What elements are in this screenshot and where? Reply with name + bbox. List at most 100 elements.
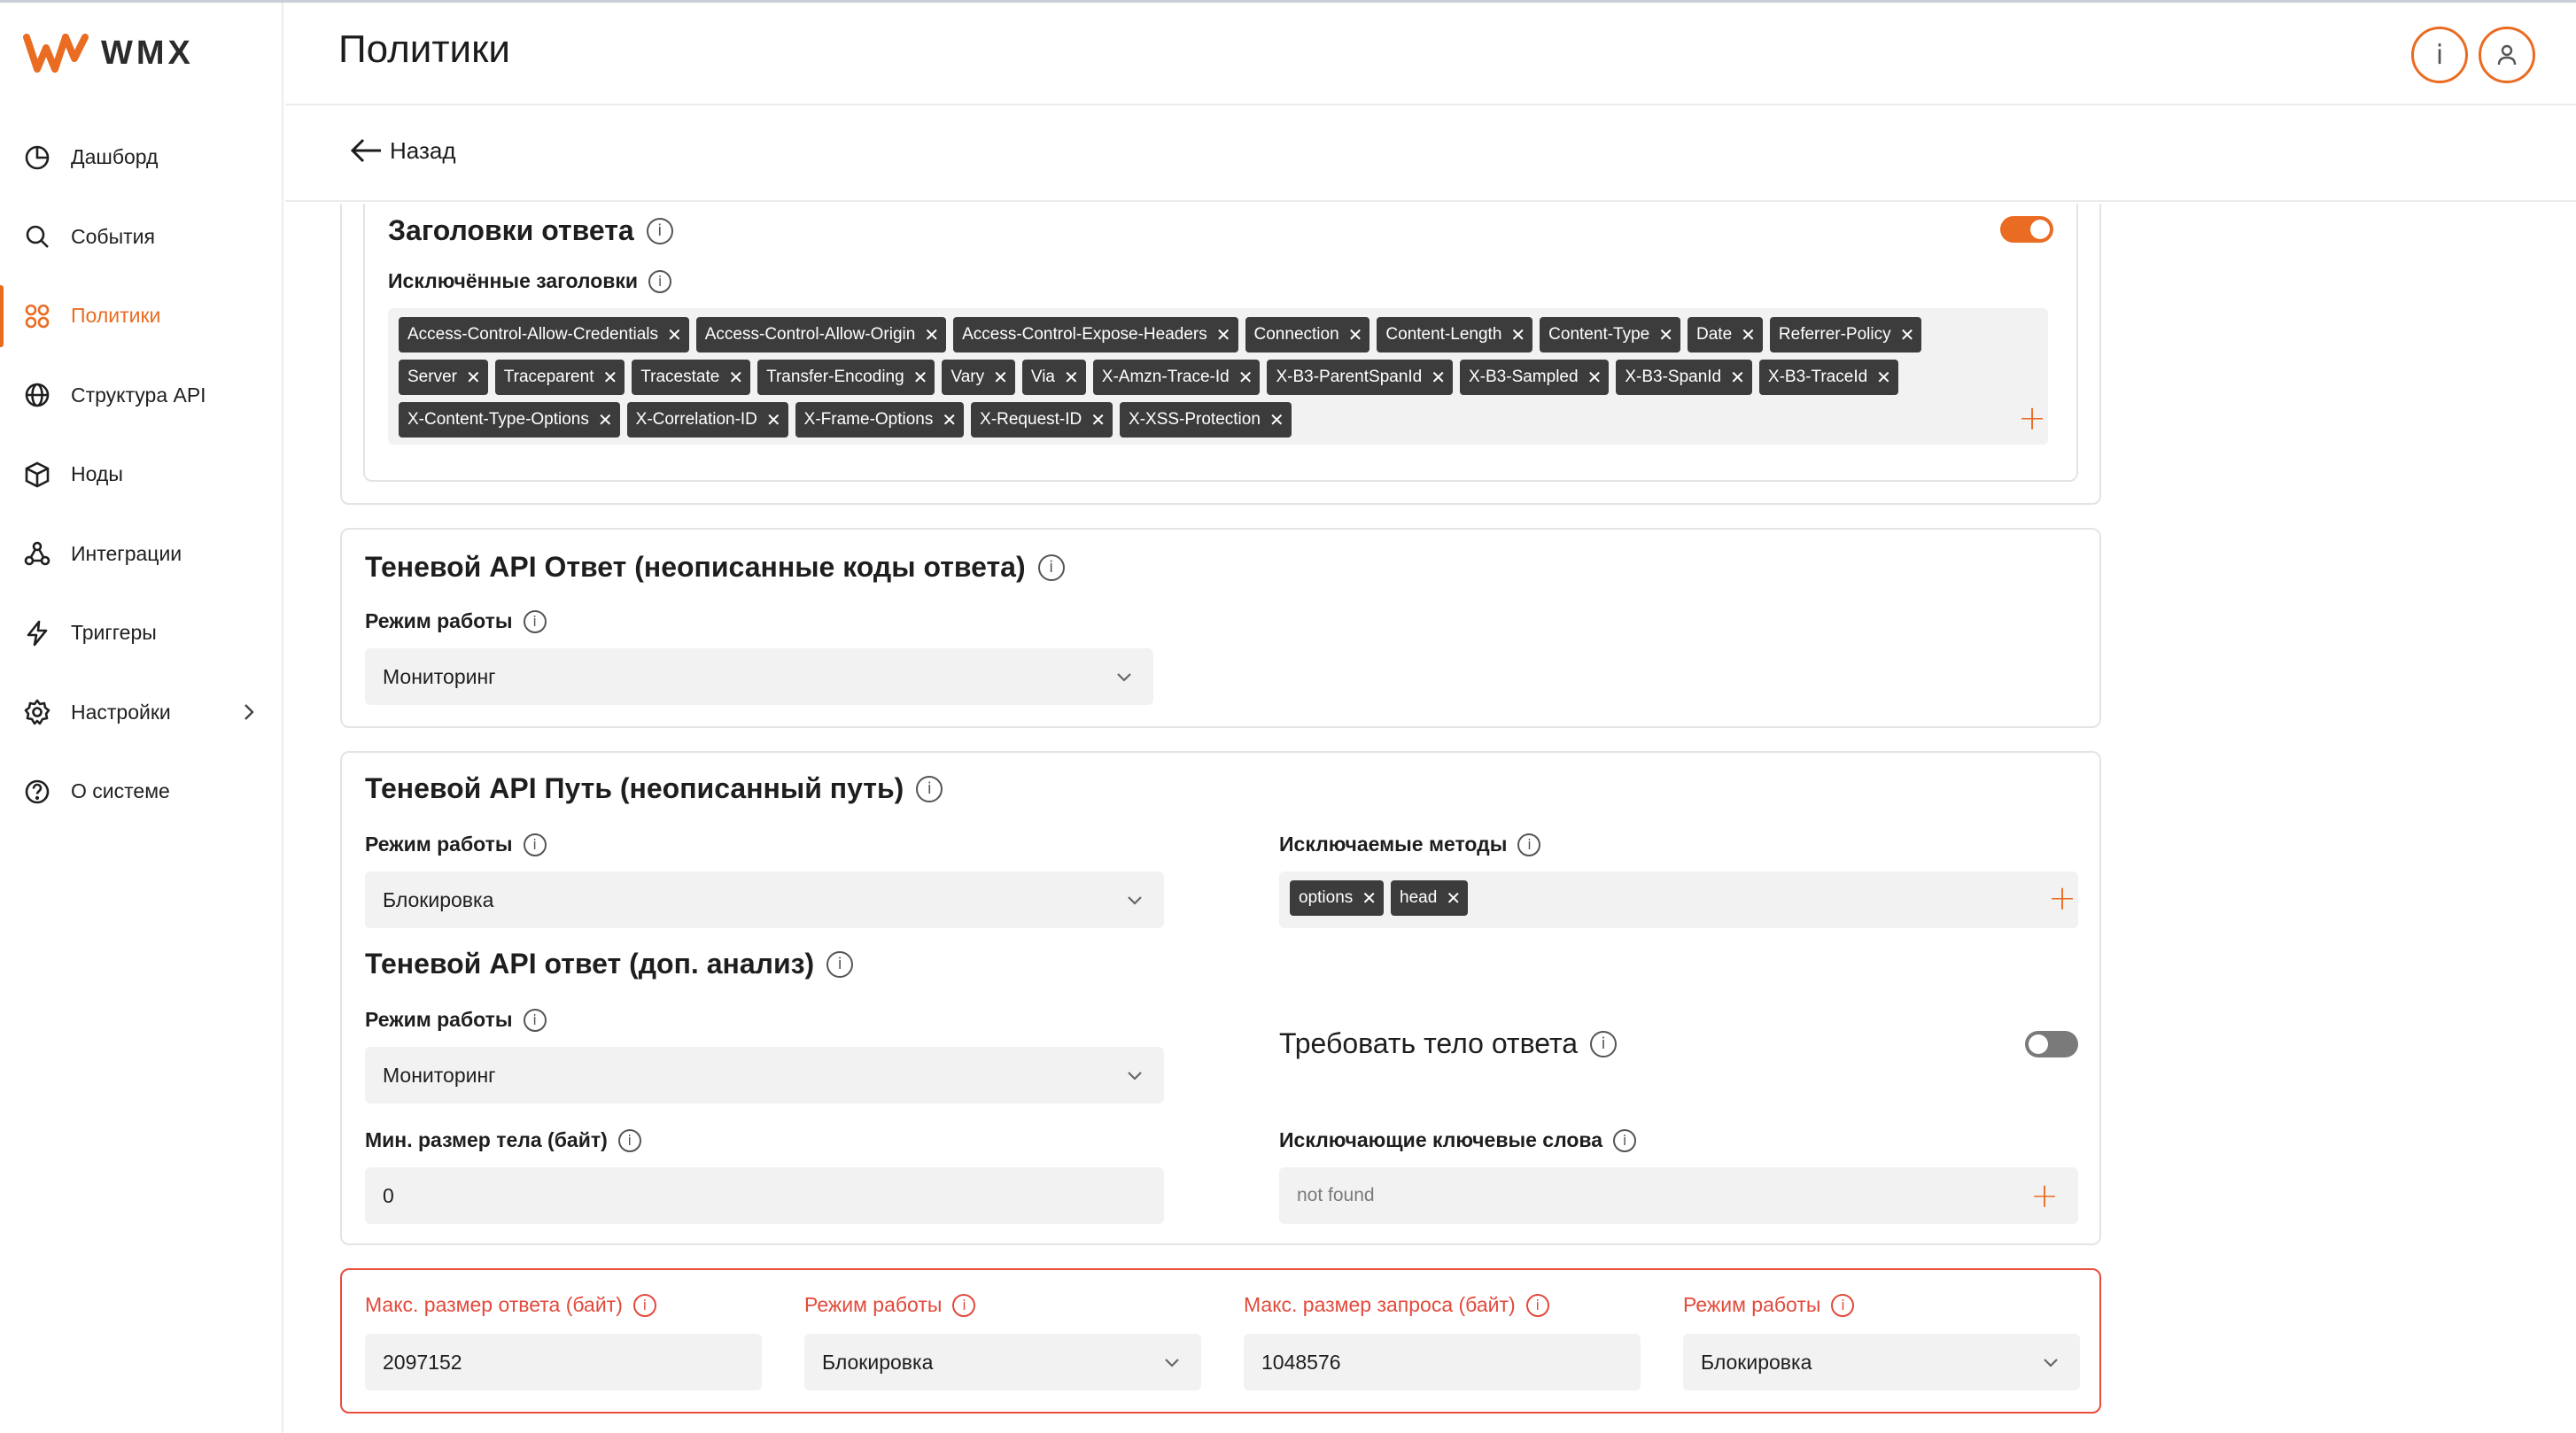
excluded-methods-tags[interactable]: options ✕ head ✕: [1279, 871, 2078, 928]
shadow-path-title-text: Теневой API Путь (неописанный путь): [365, 772, 904, 804]
require-body-toggle[interactable]: [2025, 1031, 2078, 1057]
tag-label: X-Content-Type-Options: [407, 410, 589, 429]
sidebar-item-integrations[interactable]: Интеграции: [0, 515, 283, 594]
info-icon[interactable]: i: [523, 1008, 547, 1032]
sidebar-item-about[interactable]: О системе: [0, 752, 283, 832]
tag-label: Date: [1696, 325, 1733, 344]
remove-tag-icon[interactable]: ✕: [1510, 324, 1525, 345]
info-icon[interactable]: i: [617, 1128, 641, 1152]
globe-icon: [21, 379, 53, 411]
tag-label: Vary: [950, 368, 985, 386]
remove-tag-icon[interactable]: ✕: [667, 324, 682, 345]
remove-tag-icon[interactable]: ✕: [1348, 324, 1363, 345]
response-headers-toggle[interactable]: [2000, 216, 2053, 243]
shadow-response-mode-select[interactable]: Мониторинг: [365, 648, 1153, 705]
response-headers-card: Заголовки ответа i Исключённые заголовки…: [363, 204, 2078, 482]
remove-tag-icon[interactable]: ✕: [942, 409, 957, 430]
webhook-icon: [21, 538, 53, 569]
remove-tag-icon[interactable]: ✕: [1730, 367, 1745, 388]
info-icon[interactable]: i: [826, 950, 854, 978]
info-icon[interactable]: i: [1517, 833, 1541, 856]
chevron-down-icon: [1117, 673, 1131, 682]
info-icon[interactable]: i: [646, 217, 673, 244]
exclude-keywords-label-text: Исключающие ключевые слова: [1279, 1128, 1603, 1151]
sidebar-item-dashboard[interactable]: Дашборд: [0, 118, 283, 198]
remove-tag-icon[interactable]: ✕: [1658, 324, 1673, 345]
back-button[interactable]: Назад: [347, 135, 456, 167]
info-icon[interactable]: i: [952, 1293, 976, 1317]
page-title: Политики: [338, 27, 510, 71]
sidebar-item-policies[interactable]: Политики: [0, 276, 283, 356]
remove-tag-icon[interactable]: ✕: [913, 367, 928, 388]
remove-tag-icon[interactable]: ✕: [728, 367, 743, 388]
sidebar-item-api-structure[interactable]: Структура API: [0, 356, 283, 436]
max-response-input[interactable]: 2097152: [365, 1334, 762, 1390]
user-profile-button[interactable]: [2479, 27, 2535, 83]
add-header-plus-icon[interactable]: +: [2018, 400, 2046, 436]
remove-tag-icon[interactable]: ✕: [1587, 367, 1602, 388]
remove-tag-icon[interactable]: ✕: [1446, 887, 1461, 909]
remove-tag-icon[interactable]: ✕: [1269, 409, 1284, 430]
max-response-label-text: Макс. размер ответа (байт): [365, 1293, 623, 1316]
add-method-plus-icon[interactable]: +: [2048, 880, 2076, 916]
mode-label-text: Режим работы: [365, 833, 513, 856]
tag-chip: Content-Type ✕: [1540, 317, 1681, 352]
remove-tag-icon[interactable]: ✕: [766, 409, 781, 430]
info-icon[interactable]: i: [1525, 1293, 1549, 1317]
tag-chip: Tracestate ✕: [632, 360, 751, 395]
info-icon[interactable]: i: [1037, 554, 1065, 581]
remove-tag-icon[interactable]: ✕: [1238, 367, 1253, 388]
sidebar-item-settings[interactable]: Настройки: [0, 673, 283, 753]
remove-tag-icon[interactable]: ✕: [1876, 367, 1891, 388]
info-icon[interactable]: i: [523, 609, 547, 633]
remove-tag-icon[interactable]: ✕: [466, 367, 481, 388]
info-icon[interactable]: i: [523, 833, 547, 856]
logo[interactable]: WMX: [23, 29, 194, 77]
info-icon[interactable]: i: [1613, 1128, 1637, 1152]
arrow-left-icon: [350, 138, 381, 163]
max-response-label: Макс. размер ответа (байт) i: [365, 1293, 656, 1317]
remove-tag-icon[interactable]: ✕: [1362, 887, 1377, 909]
limits-mode1-select[interactable]: Блокировка: [804, 1334, 1201, 1390]
excluded-headers-tags[interactable]: Access-Control-Allow-Credentials ✕ Access-…: [388, 308, 2048, 445]
tag-chip: Content-Length ✕: [1377, 317, 1533, 352]
sidebar-item-nodes[interactable]: Ноды: [0, 435, 283, 515]
limits-mode2-select[interactable]: Блокировка: [1683, 1334, 2080, 1390]
tag-chip: Access-Control-Allow-Origin ✕: [695, 317, 947, 352]
remove-tag-icon[interactable]: ✕: [1431, 367, 1446, 388]
select-value: Мониторинг: [383, 664, 496, 688]
chevron-down-icon: [1128, 1072, 1142, 1081]
info-button[interactable]: i: [2411, 27, 2468, 83]
sidebar-item-events[interactable]: События: [0, 198, 283, 277]
min-body-input[interactable]: 0: [365, 1167, 1164, 1224]
tag-chip: Access-Control-Expose-Headers ✕: [953, 317, 1238, 352]
remove-tag-icon[interactable]: ✕: [1064, 367, 1079, 388]
info-icon[interactable]: i: [648, 269, 672, 293]
remove-tag-icon[interactable]: ✕: [993, 367, 1008, 388]
tag-chip: X-Frame-Options ✕: [795, 402, 965, 438]
remove-tag-icon[interactable]: ✕: [1216, 324, 1231, 345]
info-icon[interactable]: i: [916, 775, 943, 802]
remove-tag-icon[interactable]: ✕: [1741, 324, 1756, 345]
remove-tag-icon[interactable]: ✕: [1090, 409, 1106, 430]
remove-tag-icon[interactable]: ✕: [924, 324, 939, 345]
remove-tag-icon[interactable]: ✕: [602, 367, 617, 388]
select-value: Блокировка: [383, 887, 494, 911]
shadow-path-mode-select[interactable]: Блокировка: [365, 871, 1164, 928]
response-headers-title: Заголовки ответа i: [388, 214, 673, 247]
remove-tag-icon[interactable]: ✕: [1900, 324, 1915, 345]
shadow-analysis-mode-select[interactable]: Мониторинг: [365, 1047, 1164, 1104]
tag-chip: X-B3-TraceId ✕: [1758, 360, 1898, 395]
info-icon[interactable]: i: [1590, 1030, 1618, 1057]
add-keyword-plus-icon[interactable]: +: [2030, 1178, 2059, 1213]
sidebar-item-triggers[interactable]: Триггеры: [0, 593, 283, 673]
exclude-keywords-input[interactable]: not found +: [1279, 1167, 2078, 1224]
input-value: 2097152: [383, 1350, 462, 1374]
max-request-input[interactable]: 1048576: [1244, 1334, 1641, 1390]
chevron-down-icon: [1165, 1359, 1179, 1367]
tag-label: X-Request-ID: [980, 410, 1082, 429]
info-icon[interactable]: i: [632, 1293, 656, 1317]
info-icon[interactable]: i: [1831, 1293, 1855, 1317]
remove-tag-icon[interactable]: ✕: [598, 409, 613, 430]
select-value: Блокировка: [822, 1350, 934, 1374]
